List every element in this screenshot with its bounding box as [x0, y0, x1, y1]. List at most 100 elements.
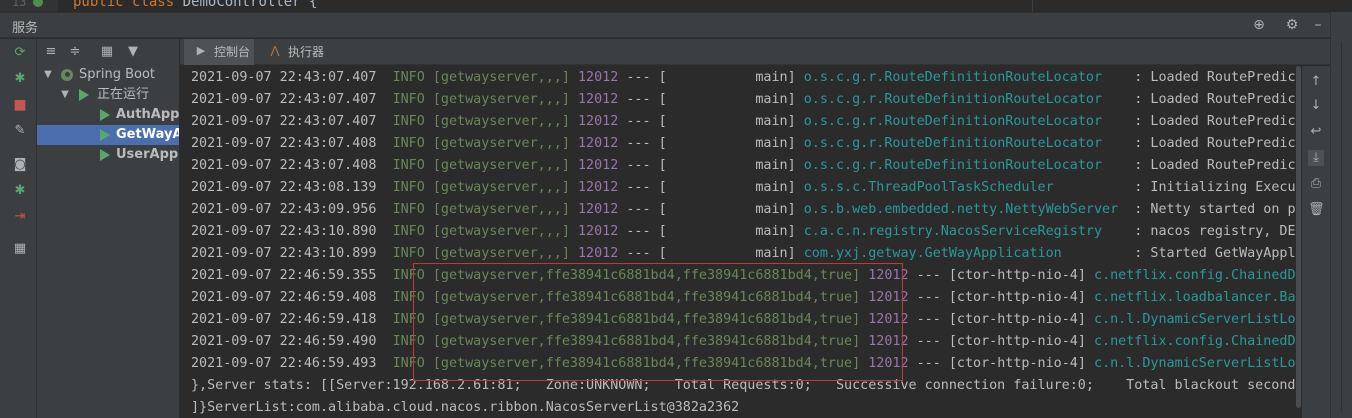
arrow-up-icon[interactable]: ↑: [1308, 74, 1324, 90]
stop-icon[interactable]: ■: [12, 97, 28, 113]
log-level: INFO: [392, 268, 425, 283]
log-date: 2021-09-07 22:43:10.890: [191, 224, 377, 239]
log-date: 2021-09-07 22:46:59.408: [191, 290, 377, 305]
log-date: 2021-09-07 22:43:10.899: [191, 246, 377, 261]
log-level: INFO: [392, 202, 425, 217]
log-cls: c.netflix.loadbalancer.BaseLoadBalancer: [1093, 290, 1302, 305]
log-line: 2021-09-07 22:43:07.408 INFO [getwayserv…: [191, 133, 1302, 155]
tree-item-user-application[interactable]: UserApplication: [37, 145, 179, 165]
log-pid: 12012: [578, 180, 619, 195]
tree-node-running[interactable]: ▼ 正在运行: [37, 85, 179, 105]
log-date: 2021-09-07 22:46:59.355: [191, 268, 377, 283]
tab-actuator[interactable]: ⋀ 执行器: [258, 39, 332, 65]
gear-icon[interactable]: ⚙: [1283, 16, 1301, 34]
run-config-icon[interactable]: ✱: [12, 183, 28, 199]
log-sep: --- [ctor-http-nio-4]: [908, 334, 1094, 349]
log-level: INFO: [392, 356, 425, 371]
far-right-tool-strip: [1330, 12, 1352, 418]
code-line: public class DemoController {: [73, 0, 318, 10]
log-level: INFO: [392, 312, 425, 327]
log-cls: o.s.c.g.r.RouteDefinitionRouteLocator: [803, 70, 1127, 85]
log-level: INFO: [392, 92, 425, 107]
log-sep: --- [ctor-http-nio-4]: [908, 356, 1094, 371]
log-pid: 12012: [578, 92, 619, 107]
log-msg: : Netty started on port 8080: [1134, 202, 1302, 217]
log-sep: --- [ main]: [618, 158, 804, 173]
log-sep: --- [ main]: [618, 202, 804, 217]
log-date: 2021-09-07 22:43:09.956: [191, 202, 377, 217]
login-icon[interactable]: ⇥: [12, 209, 28, 225]
tab-console[interactable]: ▶ 控制台: [184, 39, 254, 65]
log-app: [getwayserver,,,]: [432, 246, 570, 261]
debug-icon[interactable]: ✱: [12, 71, 28, 87]
log-app: [getwayserver,,,]: [432, 158, 570, 173]
log-app: [getwayserver,,,]: [432, 136, 570, 151]
filter-icon[interactable]: ▼: [125, 44, 141, 60]
log-cls: o.s.c.g.r.RouteDefinitionRouteLocator: [803, 136, 1127, 151]
log-pid: 12012: [868, 290, 909, 305]
expand-all-icon[interactable]: ≡: [43, 44, 59, 60]
camera-icon[interactable]: ◙: [12, 157, 28, 173]
log-pid: 12012: [868, 334, 909, 349]
spring-boot-icon: [61, 65, 75, 85]
log-line: 2021-09-07 22:43:07.407 INFO [getwayserv…: [191, 111, 1302, 133]
console-icon: ▶: [196, 44, 206, 57]
log-level: INFO: [392, 290, 425, 305]
log-level: INFO: [392, 224, 425, 239]
log-app: [getwayserver,ffe38941c6881bd4,ffe38941c…: [432, 356, 861, 371]
arrow-down-icon[interactable]: ↓: [1308, 98, 1324, 114]
log-app: [getwayserver,,,]: [432, 202, 570, 217]
log-date: 2021-09-07 22:43:08.139: [191, 180, 377, 195]
run-icon: [100, 105, 114, 125]
log-date: 2021-09-07 22:46:59.490: [191, 334, 377, 349]
log-app: [getwayserver,,,]: [432, 180, 570, 195]
console-scrollbar[interactable]: [1295, 66, 1302, 408]
tree-item-getway-application[interactable]: GetWayApplication: [37, 125, 179, 145]
log-pid: 12012: [578, 202, 619, 217]
log-sep: --- [ main]: [618, 136, 804, 151]
log-pid: 12012: [578, 224, 619, 239]
collapse-all-icon[interactable]: ≑: [67, 44, 83, 60]
soft-wrap-icon[interactable]: ↩: [1308, 124, 1324, 140]
left-toolbar: ⟳ ✱ ■ ✎ ◙ ✱ ⇥ ▦: [0, 39, 37, 418]
log-level: INFO: [392, 180, 425, 195]
target-icon[interactable]: ⊕: [1250, 16, 1268, 34]
scroll-thumb[interactable]: [1296, 66, 1301, 408]
tree-toolbar: ≡ ≑ ▦ ▼: [37, 39, 179, 65]
layout-icon[interactable]: ▦: [12, 241, 28, 257]
log-date: 2021-09-07 22:43:07.408: [191, 136, 377, 151]
run-icon: [79, 85, 93, 105]
chevron-down-icon[interactable]: ▼: [42, 65, 54, 85]
minimize-icon[interactable]: –: [1309, 16, 1327, 34]
group-by-icon[interactable]: ▦: [99, 44, 115, 60]
log-cls: o.s.c.g.r.RouteDefinitionRouteLocator: [803, 92, 1127, 107]
trash-icon[interactable]: 🗑: [1308, 202, 1325, 218]
log-app: [getwayserver,,,]: [432, 114, 570, 129]
log-pid: 12012: [868, 356, 909, 371]
chevron-down-icon[interactable]: ▼: [59, 85, 71, 105]
log-date: 2021-09-07 22:43:07.407: [191, 70, 377, 85]
tree-item-auth-application[interactable]: AuthApplication: [37, 105, 179, 125]
scroll-to-end-icon[interactable]: ⤓: [1308, 150, 1324, 166]
console-output[interactable]: 2021-09-07 22:43:07.407 INFO [getwayserv…: [180, 66, 1302, 418]
log-sep: --- [ main]: [618, 92, 804, 107]
log-msg: : Loaded RoutePredicateFactory [Between]: [1134, 114, 1302, 129]
log-line: 2021-09-07 22:46:59.408 INFO [getwayserv…: [191, 287, 1302, 309]
log-date: 2021-09-07 22:43:07.408: [191, 158, 377, 173]
log-msg: : Loaded RoutePredicateFactory [After]: [1134, 70, 1302, 85]
log-pid: 12012: [578, 158, 619, 173]
log-msg: : Loaded RoutePredicateFactory [Cookie]: [1134, 136, 1302, 151]
print-icon[interactable]: ⎙: [1308, 176, 1324, 192]
tree-node-spring-boot[interactable]: ▼ Spring Boot: [37, 65, 179, 85]
log-line: 2021-09-07 22:43:09.956 INFO [getwayserv…: [191, 199, 1302, 221]
log-app: [getwayserver,ffe38941c6881bd4,ffe38941c…: [432, 334, 861, 349]
log-level: INFO: [392, 70, 425, 85]
log-line: 2021-09-07 22:46:59.493 INFO [getwayserv…: [191, 353, 1302, 375]
log-line: 2021-09-07 22:46:59.355 INFO [getwayserv…: [191, 265, 1302, 287]
panel-title: 服务: [12, 21, 39, 36]
log-cls: c.netflix.config.ChainedDynamicProperty: [1093, 334, 1302, 349]
log-line: 2021-09-07 22:43:08.139 INFO [getwayserv…: [191, 177, 1302, 199]
wrench-icon[interactable]: ✎: [12, 123, 28, 139]
rerun-icon[interactable]: ⟳: [12, 45, 28, 61]
log-app: [getwayserver,,,]: [432, 92, 570, 107]
